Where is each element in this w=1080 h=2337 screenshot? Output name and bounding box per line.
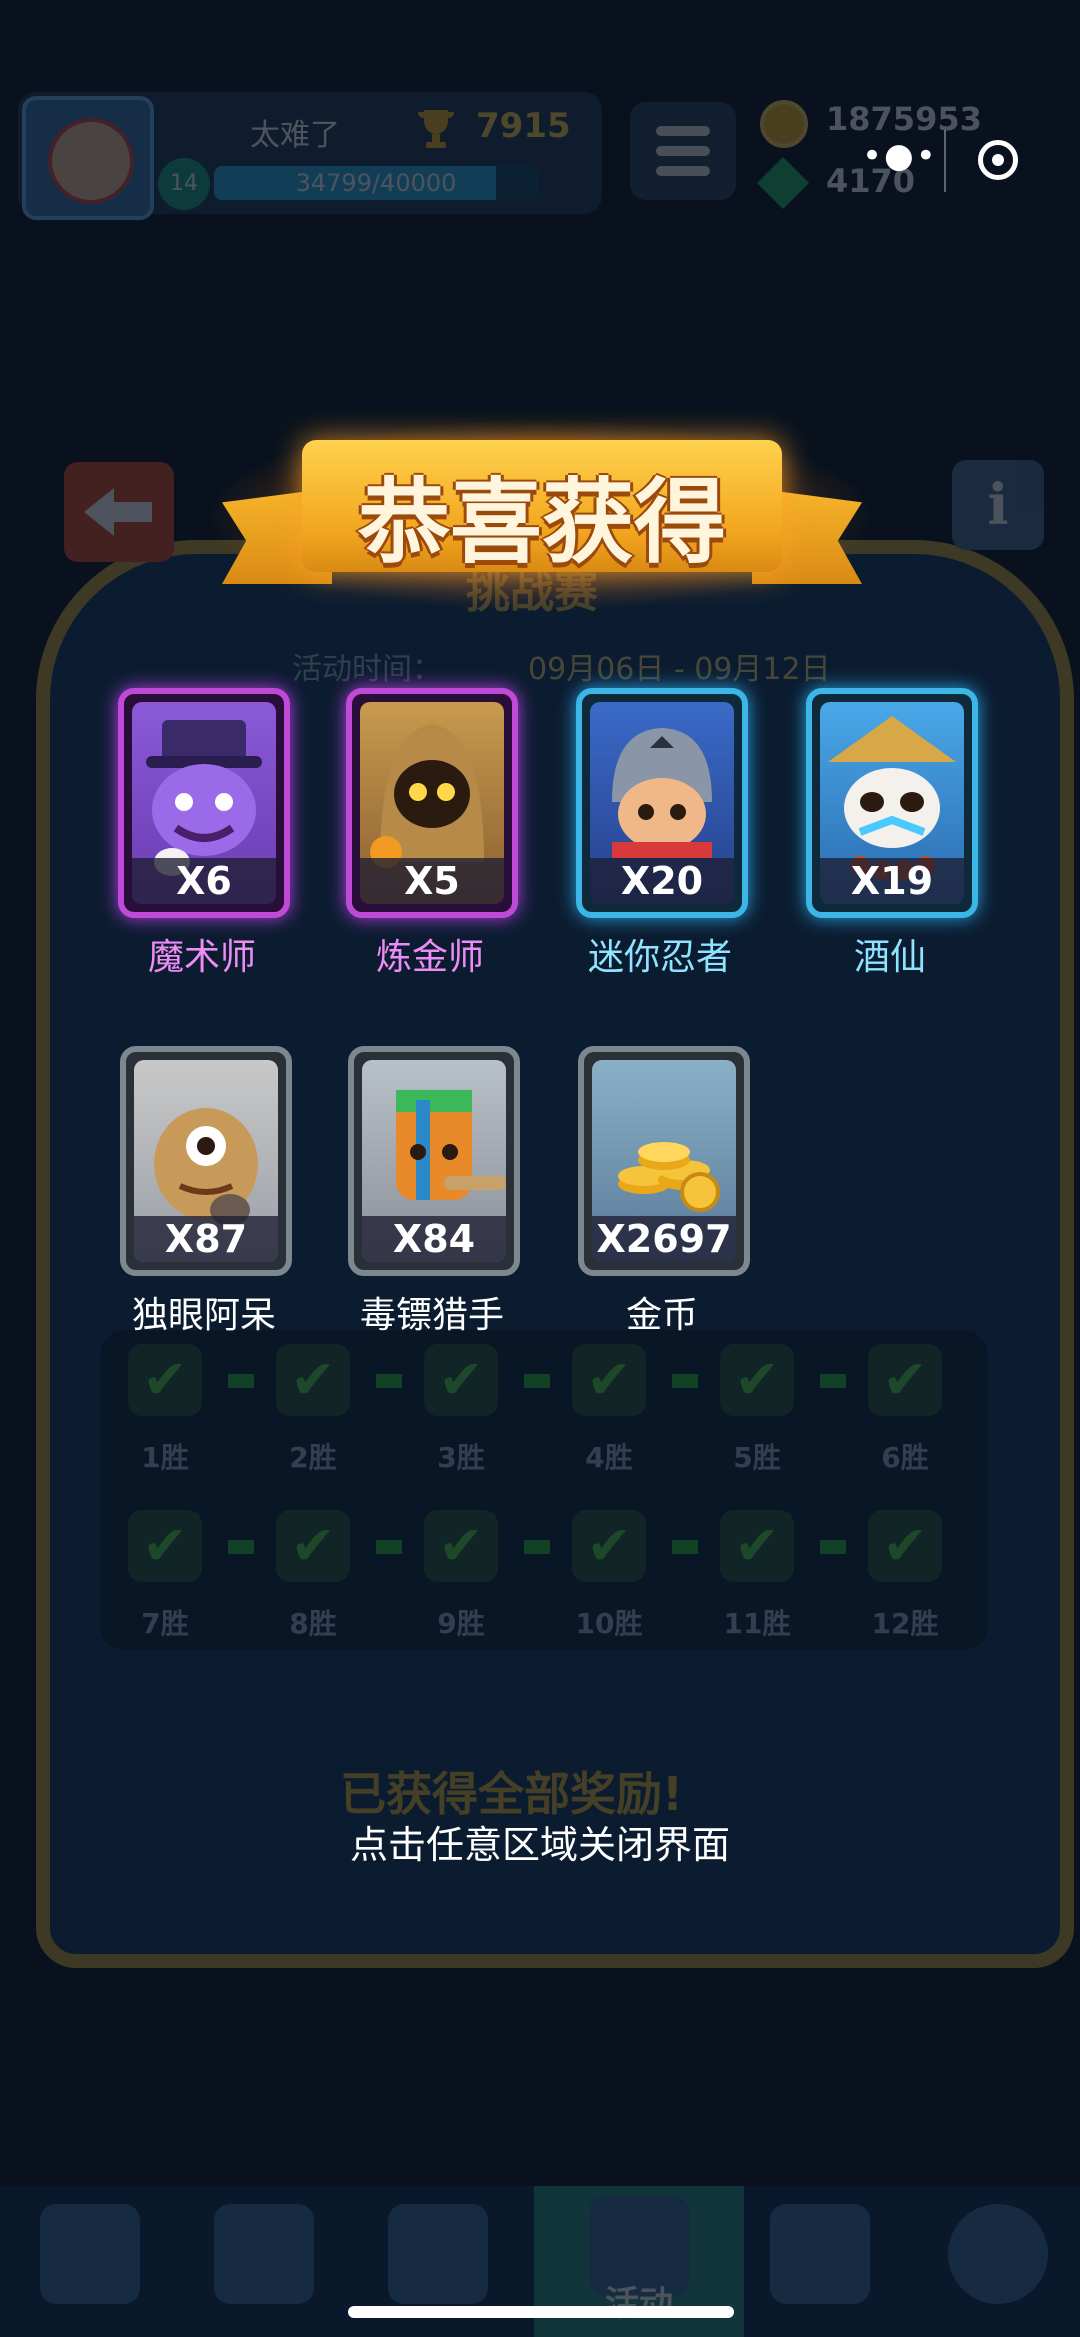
reward-name: 独眼阿呆 — [131, 1295, 276, 1336]
win-step-label: 10胜 — [575, 1607, 643, 1640]
xp-text: 34799/40000 — [295, 169, 457, 197]
nav-compass-icon[interactable] — [948, 2204, 1048, 2304]
reward-qty: X20 — [590, 858, 734, 904]
reward-name: 魔术师 — [147, 937, 256, 978]
reward-card-dart-hunter: X84 — [348, 1046, 520, 1276]
reward-name: 金币 — [625, 1295, 698, 1336]
menu-icon — [656, 126, 710, 136]
level-badge: 14 — [158, 158, 210, 210]
win-step-label: 12胜 — [871, 1607, 939, 1640]
reward-name: 迷你忍者 — [587, 937, 732, 978]
win-check-icon — [128, 1510, 202, 1582]
win-check-icon — [868, 1344, 942, 1416]
player-name: 太难了 — [250, 118, 340, 153]
win-step-label: 8胜 — [289, 1607, 337, 1640]
win-step-label: 9胜 — [437, 1607, 485, 1640]
reward-card-magician: X6 — [118, 688, 290, 918]
trophy-count: 7915 — [476, 106, 571, 146]
avatar[interactable] — [22, 96, 154, 220]
home-indicator[interactable] — [348, 2306, 734, 2318]
event-time-label: 活动时间： — [292, 652, 442, 687]
reward-qty: X5 — [360, 858, 504, 904]
reward-name: 炼金师 — [375, 937, 484, 978]
wins-progress-panel: 1胜 2胜 3胜 4胜 5胜 6胜 7胜 8胜 9胜 10胜 11胜 12胜 — [100, 1330, 988, 1650]
menu-icon-bar — [656, 146, 710, 156]
coin-count: 1875953 — [826, 100, 982, 138]
nav-battle-icon[interactable] — [388, 2204, 488, 2304]
win-link — [672, 1374, 698, 1388]
menu-button[interactable] — [630, 102, 736, 200]
reward-qty: X19 — [820, 858, 964, 904]
avatar-face-icon — [48, 118, 134, 204]
win-link — [524, 1540, 550, 1554]
nav-heroes-icon[interactable] — [214, 2204, 314, 2304]
reward-card-coins: X2697 — [578, 1046, 750, 1276]
win-step-label: 2胜 — [289, 1441, 337, 1474]
reward-card-drunken-master: X19 — [806, 688, 978, 918]
win-link — [820, 1540, 846, 1554]
back-button[interactable] — [64, 462, 174, 562]
win-link — [228, 1374, 254, 1388]
close-miniprogram-icon[interactable] — [978, 140, 1018, 180]
win-step-label: 3胜 — [437, 1441, 485, 1474]
reward-card-alchemist: X5 — [346, 688, 518, 918]
win-check-icon — [572, 1344, 646, 1416]
win-link — [672, 1540, 698, 1554]
win-link — [376, 1374, 402, 1388]
reward-card-mini-ninja: X20 — [576, 688, 748, 918]
reward-name: 酒仙 — [853, 937, 926, 978]
reward-name: 毒镖猎手 — [359, 1295, 504, 1336]
reward-qty: X87 — [134, 1216, 278, 1262]
reward-qty: X84 — [362, 1216, 506, 1262]
win-step-label: 4胜 — [585, 1441, 633, 1474]
win-check-icon — [276, 1344, 350, 1416]
win-check-icon — [424, 1510, 498, 1582]
win-check-icon — [868, 1510, 942, 1582]
win-check-icon — [276, 1510, 350, 1582]
win-check-icon — [572, 1510, 646, 1582]
reward-qty: X6 — [132, 858, 276, 904]
info-button[interactable]: i — [952, 460, 1044, 550]
nav-shop-icon[interactable] — [40, 2204, 140, 2304]
title-ribbon: 恭喜获得 — [302, 440, 782, 576]
back-arrow-icon — [84, 488, 152, 536]
win-step-label: 5胜 — [733, 1441, 781, 1474]
gem-icon — [756, 156, 810, 210]
win-link — [228, 1540, 254, 1554]
win-step-label: 1胜 — [141, 1441, 189, 1474]
win-link — [376, 1540, 402, 1554]
win-step-label: 6胜 — [881, 1441, 929, 1474]
trophy-icon — [418, 110, 454, 148]
menu-icon-bar — [656, 166, 710, 176]
xp-bar: 34799/40000 — [214, 166, 538, 200]
modal-title: 恭喜获得 — [357, 469, 726, 576]
coin-icon — [760, 100, 808, 148]
win-step-label: 11胜 — [723, 1607, 791, 1640]
event-time-value: 09月06日 - 09月12日 — [528, 652, 831, 687]
win-link — [524, 1374, 550, 1388]
win-check-icon — [424, 1344, 498, 1416]
close-hint-text[interactable]: 点击任意区域关闭界面 — [0, 1814, 1080, 1869]
reward-qty: X2697 — [592, 1216, 736, 1262]
nav-clan-icon[interactable] — [770, 2204, 870, 2304]
win-step-label: 7胜 — [141, 1607, 189, 1640]
capsule-divider — [944, 130, 946, 192]
win-check-icon — [720, 1344, 794, 1416]
win-link — [820, 1374, 846, 1388]
more-options-icon[interactable]: •●• — [862, 136, 938, 176]
win-check-icon — [720, 1510, 794, 1582]
win-check-icon — [128, 1344, 202, 1416]
reward-card-cyclops: X87 — [120, 1046, 292, 1276]
